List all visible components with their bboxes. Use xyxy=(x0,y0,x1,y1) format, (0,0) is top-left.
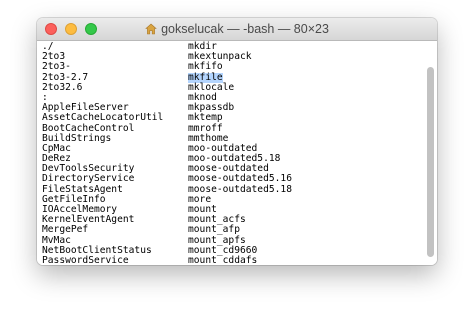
terminal-window: gokselucak — -bash — 80×23 ./mkdir 2to3 mk… xyxy=(37,18,437,265)
window-title-container: gokselucak — -bash — 80×23 xyxy=(37,18,437,40)
terminal-line: AssetCacheLocatorUtil mktemp xyxy=(42,113,422,123)
terminal-line: PasswordService mount_cddafs xyxy=(42,254,422,265)
title-bar[interactable]: gokselucak — -bash — 80×23 xyxy=(37,18,437,41)
terminal-line: 2to32.6 mklocale xyxy=(42,81,422,93)
terminal-output[interactable]: ./mkdir 2to3 mkextunpack 2to3- mkfifo 2to3-2.… xyxy=(37,41,437,265)
listing-entry-right: mount_cddafs xyxy=(188,254,258,265)
listing-entry-left: 2to32.6 xyxy=(42,81,83,93)
vertical-scrollbar[interactable] xyxy=(427,67,434,257)
terminal-line: 2to3 mkextunpack xyxy=(42,51,422,62)
window-title: gokselucak — -bash — 80×23 xyxy=(161,22,329,36)
home-folder-icon xyxy=(145,23,157,35)
desktop: gokselucak — -bash — 80×23 ./mkdir 2to3 mk… xyxy=(0,0,474,319)
listing-entry-right: mktemp xyxy=(188,112,223,124)
terminal-line: 2to3- mkfifo xyxy=(42,62,422,72)
listing-entry-left: AssetCacheLocatorUtil xyxy=(42,112,164,124)
terminal-grid: ./mkdir 2to3 mkextunpack 2to3- mkfifo 2to3-2.… xyxy=(42,41,422,265)
listing-entry-left: PasswordService xyxy=(42,254,129,265)
